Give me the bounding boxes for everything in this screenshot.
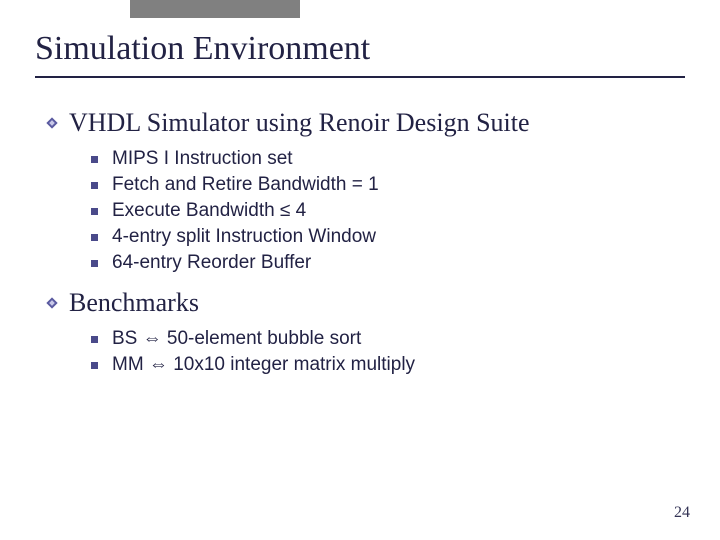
- slide-title: Simulation Environment: [35, 30, 685, 68]
- list-item-text: 64-entry Reorder Buffer: [112, 252, 311, 274]
- list-item-text: 4-entry split Instruction Window: [112, 226, 376, 248]
- list-item-text: BS ⇔ 50-element bubble sort: [112, 328, 361, 350]
- list-item: Execute Bandwidth ≤ 4: [91, 200, 685, 222]
- list-item-text: MIPS I Instruction set: [112, 148, 293, 170]
- square-bullet-icon: [91, 208, 98, 215]
- list-item-text: Execute Bandwidth ≤ 4: [112, 200, 306, 222]
- sub-list-simulator: MIPS I Instruction set Fetch and Retire …: [91, 148, 685, 274]
- square-bullet-icon: [91, 234, 98, 241]
- title-underline: [35, 76, 685, 78]
- list-item: BS ⇔ 50-element bubble sort: [91, 328, 685, 350]
- slide-body: Simulation Environment VHDL Simulator us…: [0, 0, 720, 376]
- list-item: 4-entry split Instruction Window: [91, 226, 685, 248]
- list-item: 64-entry Reorder Buffer: [91, 252, 685, 274]
- list-item-text: MM ⇔ 10x10 integer matrix multiply: [112, 354, 415, 376]
- square-bullet-icon: [91, 156, 98, 163]
- square-bullet-icon: [91, 362, 98, 369]
- list-item: MIPS I Instruction set: [91, 148, 685, 170]
- section-simulator: VHDL Simulator using Renoir Design Suite…: [45, 108, 685, 274]
- top-gray-bar: [130, 0, 300, 18]
- section-heading-row: VHDL Simulator using Renoir Design Suite: [45, 108, 685, 138]
- square-bullet-icon: [91, 182, 98, 189]
- list-item-text: Fetch and Retire Bandwidth = 1: [112, 174, 379, 196]
- section-benchmarks: Benchmarks BS ⇔ 50-element bubble sort M…: [45, 288, 685, 376]
- sub-list-benchmarks: BS ⇔ 50-element bubble sort MM ⇔ 10x10 i…: [91, 328, 685, 376]
- section-heading: Benchmarks: [69, 288, 199, 318]
- section-heading: VHDL Simulator using Renoir Design Suite: [69, 108, 530, 138]
- diamond-bullet-icon: [45, 116, 59, 130]
- list-item: Fetch and Retire Bandwidth = 1: [91, 174, 685, 196]
- square-bullet-icon: [91, 336, 98, 343]
- diamond-bullet-icon: [45, 296, 59, 310]
- list-item: MM ⇔ 10x10 integer matrix multiply: [91, 354, 685, 376]
- section-heading-row: Benchmarks: [45, 288, 685, 318]
- square-bullet-icon: [91, 260, 98, 267]
- page-number: 24: [674, 504, 690, 522]
